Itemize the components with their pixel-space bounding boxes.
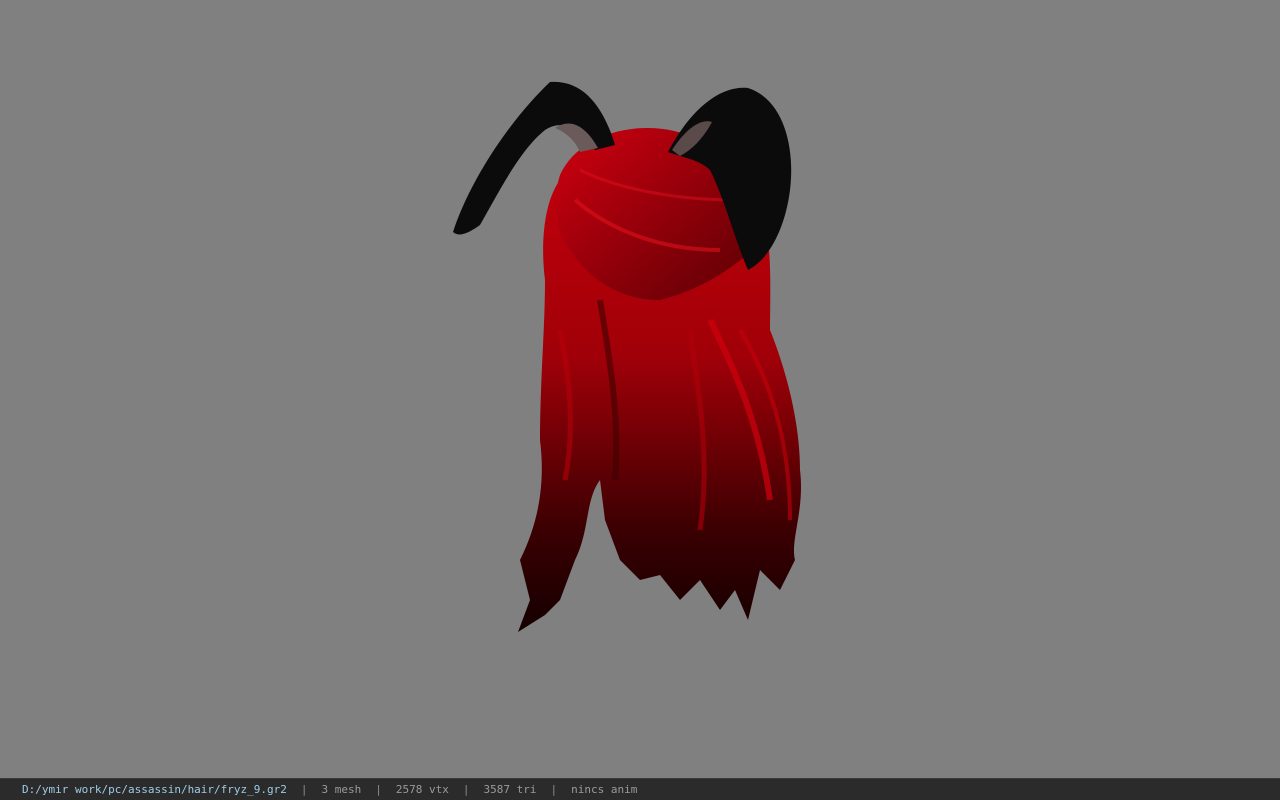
mesh-count: 3 mesh	[321, 783, 362, 796]
vertex-count: 2578 vtx	[395, 783, 449, 796]
anim-status: nincs anim	[571, 783, 638, 796]
triangle-count: 3587 tri	[483, 783, 537, 796]
separator: |	[550, 783, 558, 796]
separator: |	[300, 783, 308, 796]
3d-viewport[interactable]	[0, 0, 1280, 778]
status-bar: D:/ymir work/pc/assassin/hair/fryz_9.gr2…	[0, 778, 1280, 800]
file-path: D:/ymir work/pc/assassin/hair/fryz_9.gr2	[22, 783, 287, 796]
hair-model[interactable]	[0, 0, 1280, 778]
separator: |	[462, 783, 470, 796]
separator: |	[375, 783, 382, 796]
